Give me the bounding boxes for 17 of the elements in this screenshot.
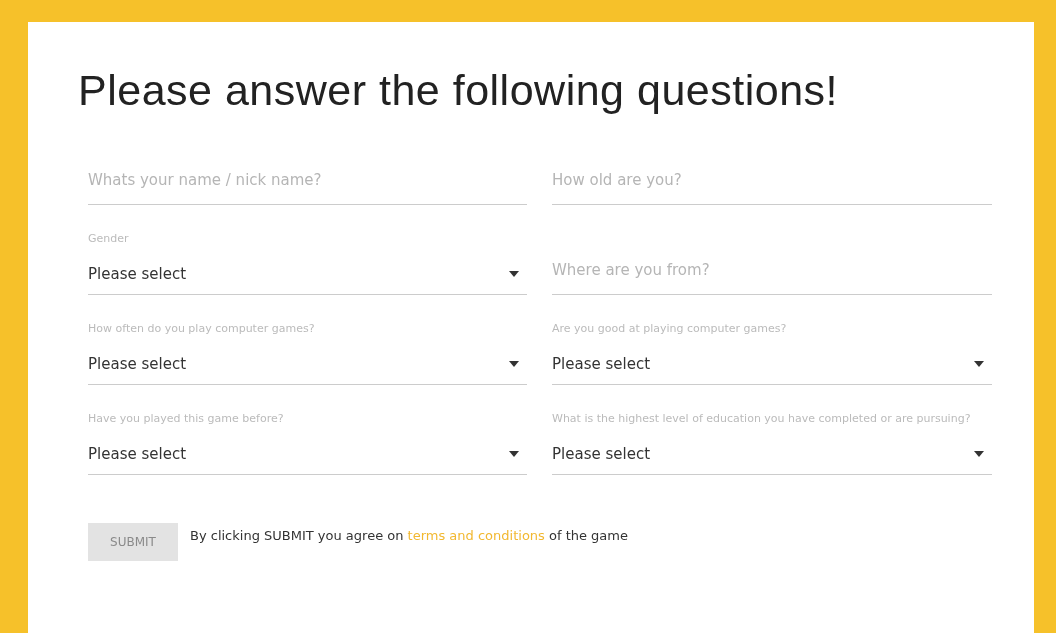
field-label: Have you played this game before? [88, 410, 285, 426]
field-label: Are you good at playing computer games? [552, 320, 788, 336]
field-label: How often do you play computer games? [88, 320, 316, 336]
field-label: What is the highest level of education you have completed or are pursuing? [552, 410, 972, 426]
caret-icon [509, 451, 519, 457]
field-label: Gender [88, 230, 130, 246]
agreement-text: By clicking SUBMIT you agree on terms and conditions of the game [190, 527, 628, 543]
caret-icon [509, 361, 519, 367]
caret-icon [974, 361, 984, 367]
caret-icon [974, 451, 984, 457]
page-title: Please answer the following questions! [78, 65, 839, 115]
select-field[interactable]: Please select [88, 434, 527, 475]
select-field[interactable]: Please select [88, 344, 527, 385]
caret-icon [509, 271, 519, 277]
select-field[interactable]: Please select [552, 344, 992, 385]
select-field[interactable]: Please select [552, 434, 992, 475]
select-field[interactable]: Please select [88, 254, 527, 295]
